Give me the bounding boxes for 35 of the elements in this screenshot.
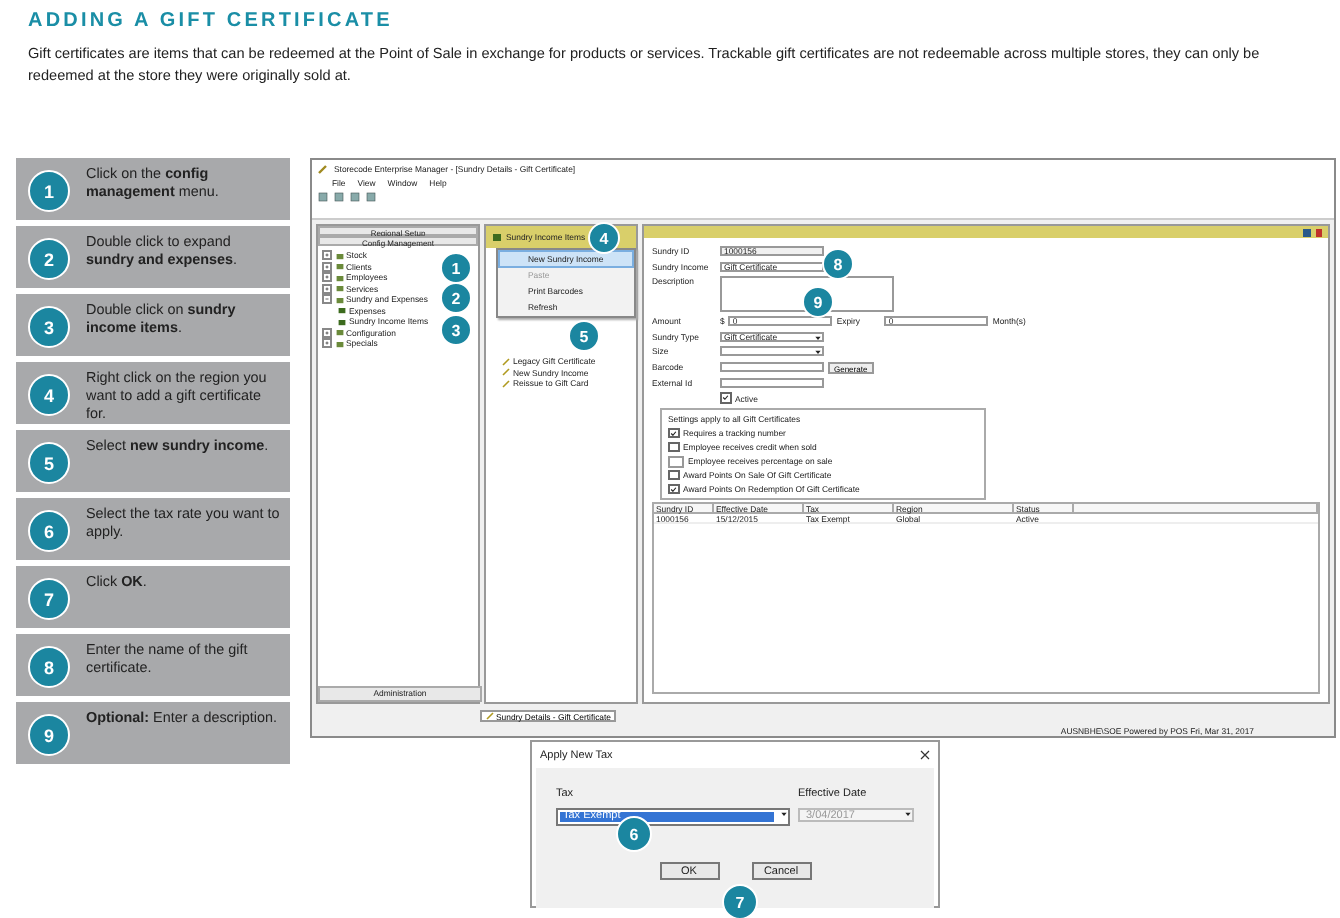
- collapse-icon[interactable]: [322, 294, 332, 305]
- input-field[interactable]: [720, 346, 824, 357]
- dropdown-arrow-icon[interactable]: [779, 810, 787, 819]
- step-number-badge: 7: [722, 884, 758, 918]
- expand-icon[interactable]: [322, 261, 332, 272]
- step-number-badge: 3: [28, 306, 70, 349]
- pencil-icon: [486, 712, 494, 721]
- checkbox[interactable]: [668, 483, 679, 495]
- expand-icon[interactable]: [322, 250, 332, 261]
- step-number-badge: 9: [28, 714, 70, 757]
- expand-icon[interactable]: [322, 283, 332, 294]
- step-number-badge: 8: [28, 646, 70, 689]
- step-number-badge: 6: [616, 816, 652, 853]
- checkbox[interactable]: [668, 469, 679, 481]
- save-icon[interactable]: [1302, 227, 1312, 238]
- step-number-badge: 5: [28, 442, 70, 485]
- input-field[interactable]: [720, 377, 824, 388]
- close-icon[interactable]: [920, 750, 930, 761]
- step-number-badge: 4: [28, 374, 70, 417]
- expand-icon[interactable]: [322, 327, 332, 338]
- percent-field[interactable]: [668, 455, 684, 468]
- checkbox[interactable]: [668, 427, 679, 439]
- step-number-badge: 1: [28, 170, 70, 213]
- checkbox[interactable]: [720, 392, 731, 404]
- checkbox[interactable]: [668, 441, 679, 453]
- page-heading: ADDING A GIFT CERTIFICATE: [28, 10, 395, 32]
- expand-icon[interactable]: [322, 272, 332, 283]
- app-icon: [318, 163, 328, 174]
- input-field[interactable]: [720, 362, 824, 372]
- folder-icon: [492, 232, 502, 243]
- delete-icon[interactable]: [1314, 227, 1324, 238]
- expand-icon[interactable]: [322, 338, 332, 349]
- step-number-badge: 2: [28, 238, 70, 281]
- step-number-badge: 6: [28, 510, 70, 553]
- step-number-badge: 7: [28, 578, 70, 621]
